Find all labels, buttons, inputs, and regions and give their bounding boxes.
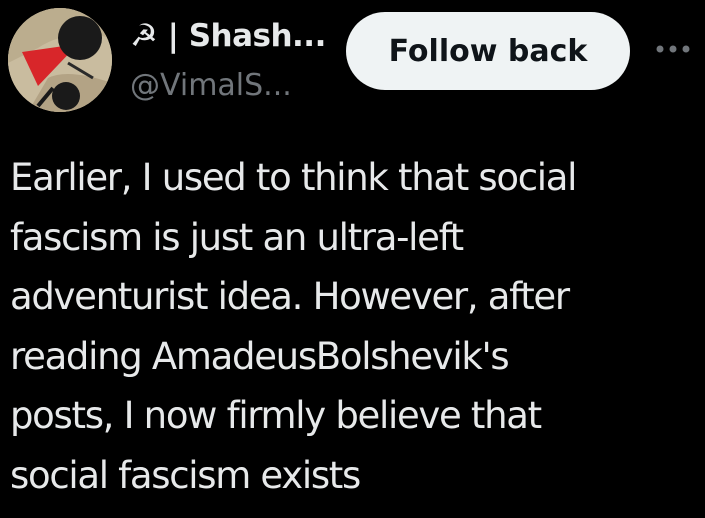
avatar[interactable]	[8, 8, 112, 112]
avatar-image	[8, 8, 112, 112]
tweet-text-line: adventurist idea. However, after	[10, 275, 570, 318]
tweet-text-line: social fascism exists	[10, 453, 361, 497]
more-options-button[interactable]	[652, 34, 694, 64]
user-handle[interactable]: @VimalS...	[130, 68, 292, 103]
display-name[interactable]: ☭ | Shash...	[130, 14, 326, 58]
tweet-text-line: Earlier, I used to think that social	[10, 156, 577, 199]
tweet-text-line: fascism is just an ultra-left	[10, 215, 464, 259]
tweet-text-line: reading AmadeusBolshevik's	[10, 334, 510, 378]
tweet-text-line: posts, I now firmly believe that	[10, 394, 542, 437]
tweet-body: Earlier, I used to think that social fas…	[10, 148, 695, 505]
follow-back-button[interactable]: Follow back	[346, 12, 630, 90]
tweet-card: ☭ | Shash... @VimalS... Follow back Earl…	[0, 0, 705, 518]
more-options-icon	[656, 45, 690, 53]
